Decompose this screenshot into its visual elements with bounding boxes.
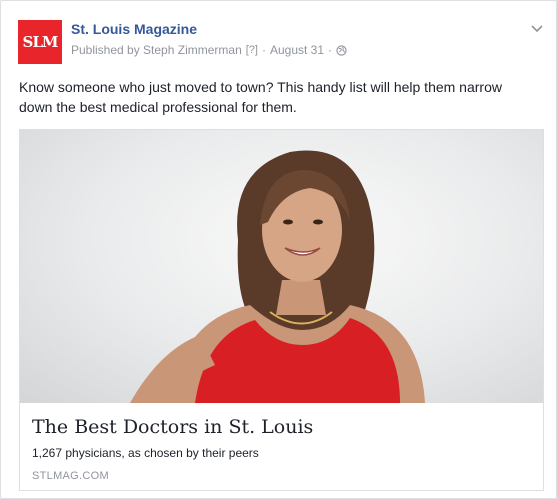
page-name-link[interactable]: St. Louis Magazine <box>71 21 197 37</box>
globe-icon[interactable] <box>336 44 347 56</box>
link-preview-image[interactable] <box>20 130 543 403</box>
link-description: 1,267 physicians, as chosen by their pee… <box>32 446 259 460</box>
link-domain: STLMAG.COM <box>32 470 109 482</box>
post-date[interactable]: August 31 <box>270 43 324 57</box>
portrait-illustration <box>130 150 425 403</box>
link-preview[interactable]: The Best Doctors in St. Louis 1,267 phys… <box>19 129 544 491</box>
post-text: Know someone who just moved to town? Thi… <box>19 79 502 115</box>
link-title[interactable]: The Best Doctors in St. Louis <box>32 416 313 438</box>
chevron-down-icon[interactable] <box>530 21 544 35</box>
avatar-logo-text: SLM <box>22 33 59 51</box>
meta-separator-2: · <box>328 43 333 57</box>
help-mark[interactable]: [?] <box>246 44 258 56</box>
post-meta: Published by Steph Zimmerman [?] · Augus… <box>71 43 347 57</box>
post-card: SLM St. Louis Magazine Published by Step… <box>0 0 557 499</box>
page-avatar[interactable]: SLM <box>18 20 62 64</box>
meta-separator: · <box>261 43 266 57</box>
published-by-text[interactable]: Published by Steph Zimmerman <box>71 43 242 57</box>
